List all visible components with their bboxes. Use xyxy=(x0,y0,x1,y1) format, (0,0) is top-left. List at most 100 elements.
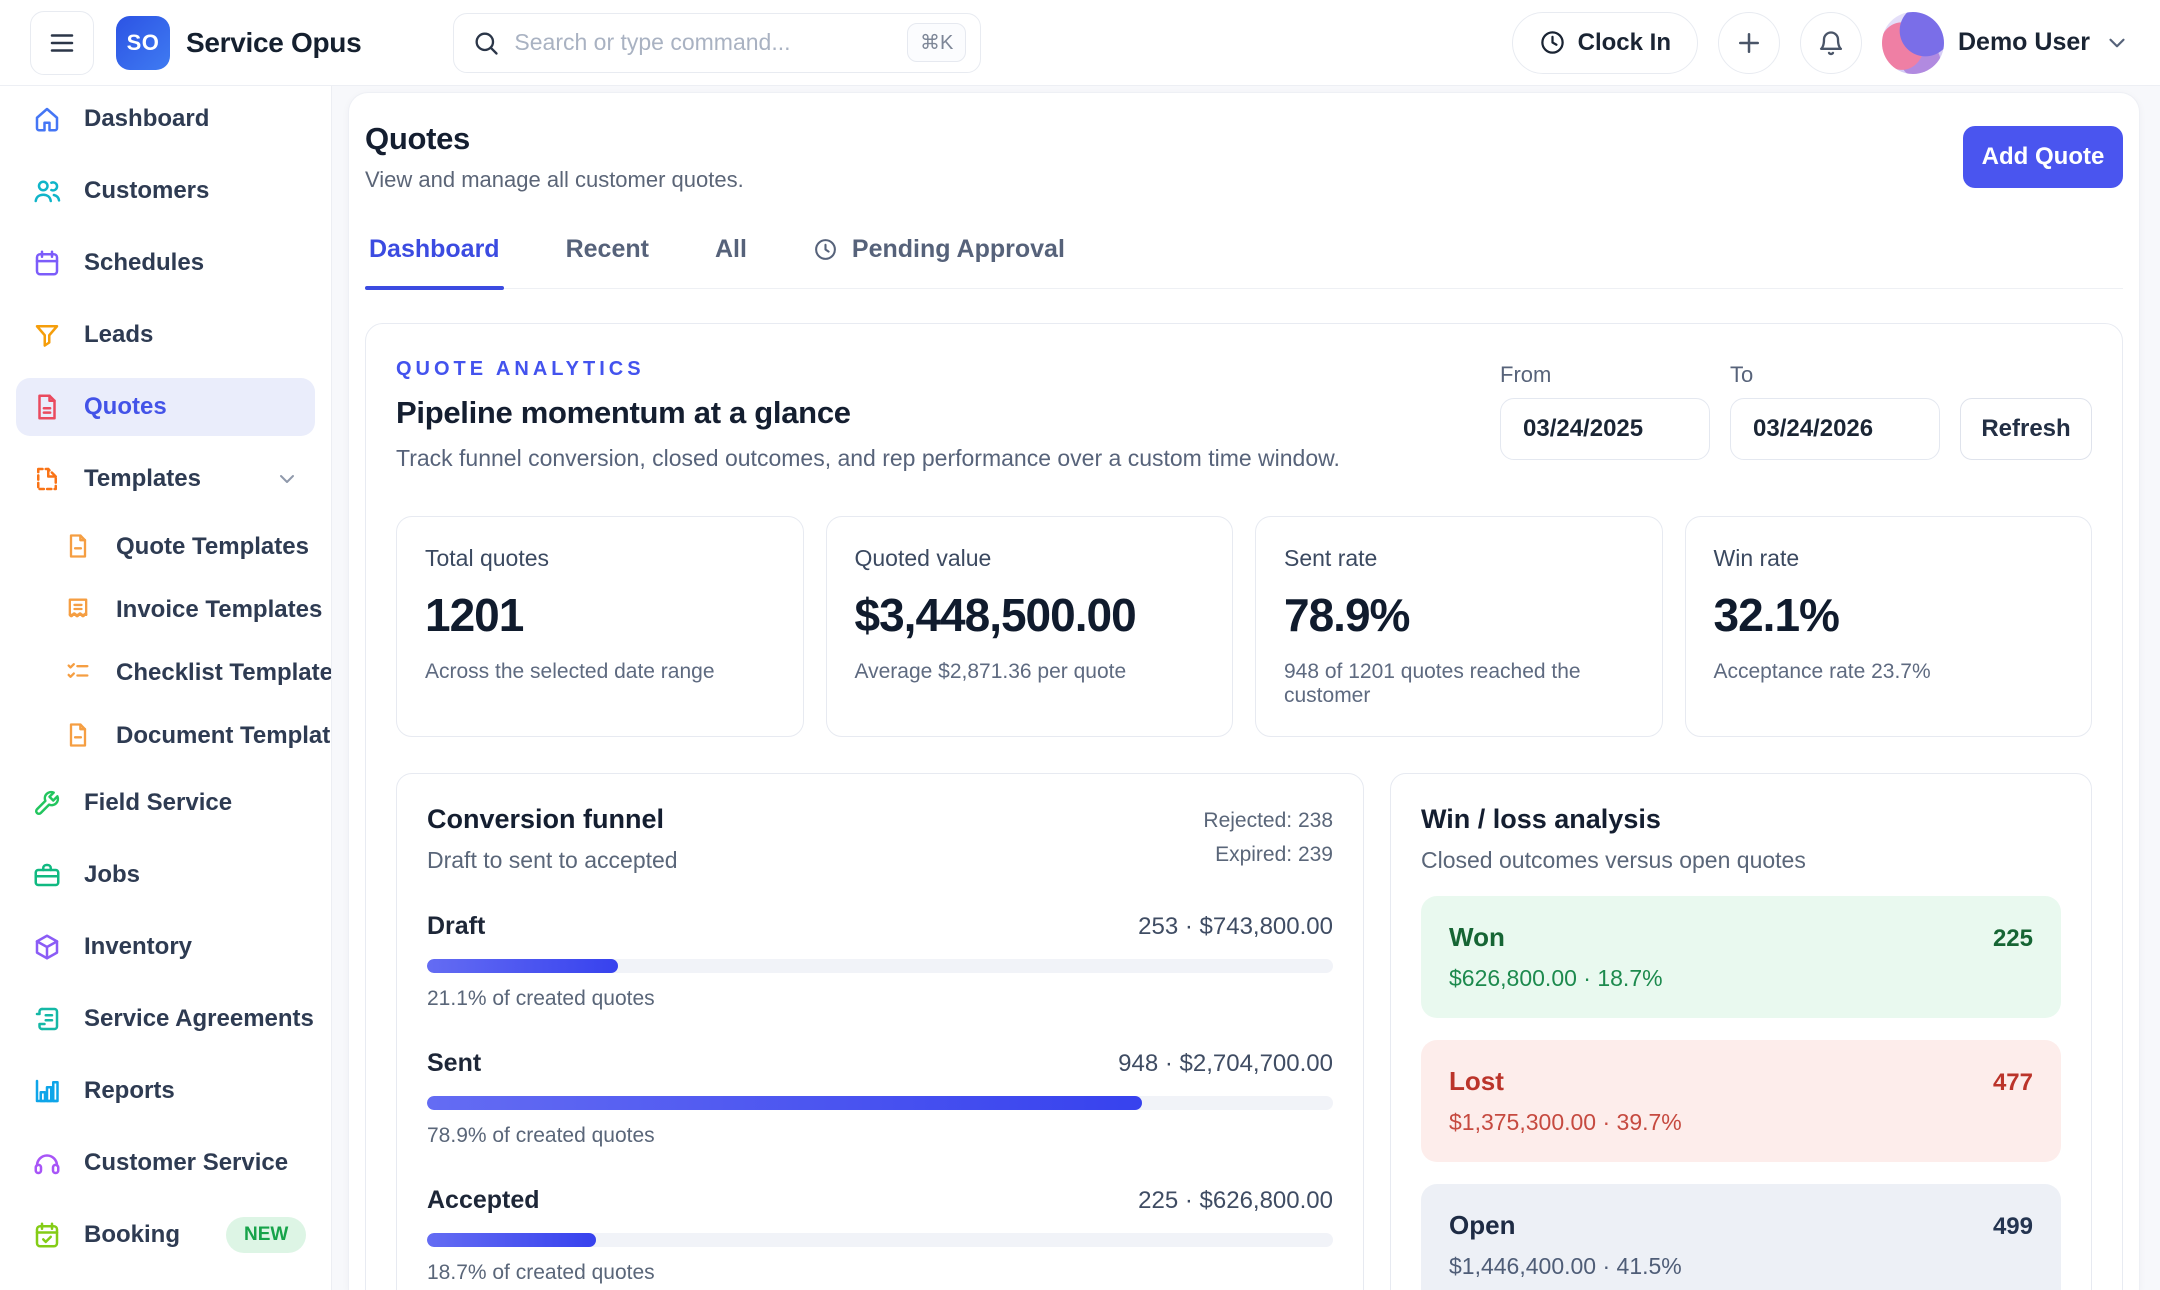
search-icon xyxy=(472,29,500,57)
receipt-icon xyxy=(64,595,94,625)
stat-quoted-value: Quoted value $3,448,500.00 Average $2,87… xyxy=(826,516,1234,737)
winloss-row-won: Won 225 $626,800.00 · 18.7% xyxy=(1421,896,2061,1018)
sidebar-item-checklist-templates[interactable]: Checklist Templates xyxy=(16,648,315,698)
sidebar-item-partial[interactable] xyxy=(16,1278,315,1290)
progress-fill xyxy=(427,959,618,973)
conversion-funnel-card: Conversion funnel Draft to sent to accep… xyxy=(396,773,1364,1290)
progress-fill xyxy=(427,1233,596,1247)
chevron-down-icon xyxy=(275,467,299,491)
section-subtitle: Track funnel conversion, closed outcomes… xyxy=(396,445,1340,472)
user-name: Demo User xyxy=(1958,28,2090,57)
calendar-icon xyxy=(32,248,62,278)
date-range-controls: From To Refresh xyxy=(1500,358,2092,460)
from-label: From xyxy=(1500,362,1710,388)
sidebar-item-customer-service[interactable]: Customer Service xyxy=(16,1134,315,1192)
progress-fill xyxy=(427,1096,1142,1110)
progress-track xyxy=(427,1233,1333,1247)
quote-analytics-section: QUOTE ANALYTICS Pipeline momentum at a g… xyxy=(365,323,2123,1290)
sidebar-item-quotes[interactable]: Quotes xyxy=(16,378,315,436)
search-input[interactable] xyxy=(514,29,893,56)
funnel-meta: Rejected: 238 Expired: 239 xyxy=(1203,804,1333,874)
briefcase-icon xyxy=(32,860,62,890)
win-loss-card: Win / loss analysis Closed outcomes vers… xyxy=(1390,773,2092,1290)
global-search[interactable]: ⌘K xyxy=(453,13,981,73)
tab-recent[interactable]: Recent xyxy=(562,235,653,288)
to-date-input[interactable] xyxy=(1730,398,1940,460)
checklist-icon xyxy=(64,658,94,688)
tab-bar: Dashboard Recent All Pending Approval xyxy=(365,235,2123,289)
quick-add-button[interactable] xyxy=(1718,12,1780,74)
section-eyebrow: QUOTE ANALYTICS xyxy=(396,358,1340,381)
funnel-row-sent: Sent 948 · $2,704,700.00 78.9% of create… xyxy=(427,1049,1333,1148)
sidebar-item-booking[interactable]: Booking NEW xyxy=(16,1206,315,1264)
chevron-down-icon xyxy=(2104,30,2130,56)
sidebar-item-quote-templates[interactable]: Quote Templates xyxy=(16,522,315,572)
top-header: SO Service Opus ⌘K Clock In Demo Us xyxy=(0,0,2160,86)
rejected-count: Rejected: 238 xyxy=(1203,804,1333,838)
sidebar-item-customers[interactable]: Customers xyxy=(16,162,315,220)
from-date-input[interactable] xyxy=(1500,398,1710,460)
file-icon xyxy=(64,532,94,562)
sidebar-item-leads[interactable]: Leads xyxy=(16,306,315,364)
brand-name: Service Opus xyxy=(186,27,361,59)
expired-count: Expired: 239 xyxy=(1203,838,1333,872)
page-title: Quotes xyxy=(365,121,2123,157)
bar-chart-icon xyxy=(32,1076,62,1106)
tab-dashboard[interactable]: Dashboard xyxy=(365,235,504,288)
progress-track xyxy=(427,959,1333,973)
sidebar-item-invoice-templates[interactable]: Invoice Templates xyxy=(16,585,315,635)
sidebar-item-field-service[interactable]: Field Service xyxy=(16,774,315,832)
brand[interactable]: SO Service Opus xyxy=(116,16,361,70)
sidebar: Dashboard Customers Schedules Leads Quot xyxy=(0,86,332,1290)
hamburger-icon xyxy=(47,28,77,58)
funnel-subtitle: Draft to sent to accepted xyxy=(427,847,678,874)
brand-logo: SO xyxy=(116,16,170,70)
to-label: To xyxy=(1730,362,1940,388)
user-menu[interactable]: Demo User xyxy=(1882,12,2130,74)
sidebar-item-jobs[interactable]: Jobs xyxy=(16,846,315,904)
tab-all[interactable]: All xyxy=(711,235,751,288)
clock-in-button[interactable]: Clock In xyxy=(1512,12,1698,74)
wrench-icon xyxy=(32,788,62,818)
template-file-icon xyxy=(32,464,62,494)
box-icon xyxy=(32,932,62,962)
sidebar-item-service-agreements[interactable]: Service Agreements xyxy=(16,990,315,1048)
stat-sent-rate: Sent rate 78.9% 948 of 1201 quotes reach… xyxy=(1255,516,1663,737)
progress-track xyxy=(427,1096,1333,1110)
plus-icon xyxy=(1734,28,1764,58)
bell-icon xyxy=(1817,29,1845,57)
sidebar-item-templates[interactable]: Templates xyxy=(16,450,315,508)
winloss-row-lost: Lost 477 $1,375,300.00 · 39.7% xyxy=(1421,1040,2061,1162)
funnel-row-draft: Draft 253 · $743,800.00 21.1% of created… xyxy=(427,912,1333,1011)
notifications-button[interactable] xyxy=(1800,12,1862,74)
winloss-subtitle: Closed outcomes versus open quotes xyxy=(1421,847,2061,874)
clock-in-label: Clock In xyxy=(1578,29,1671,57)
home-icon xyxy=(32,104,62,134)
main-content: Quotes View and manage all customer quot… xyxy=(332,86,2160,1290)
section-title: Pipeline momentum at a glance xyxy=(396,395,1340,431)
sidebar-item-schedules[interactable]: Schedules xyxy=(16,234,315,292)
menu-toggle-button[interactable] xyxy=(30,11,94,75)
sidebar-item-dashboard[interactable]: Dashboard xyxy=(16,90,315,148)
document-icon xyxy=(64,721,94,751)
funnel-title: Conversion funnel xyxy=(427,804,678,835)
stat-win-rate: Win rate 32.1% Acceptance rate 23.7% xyxy=(1685,516,2093,737)
quote-file-icon xyxy=(32,392,62,422)
tab-pending-approval[interactable]: Pending Approval xyxy=(809,235,1069,288)
new-badge: NEW xyxy=(226,1217,306,1253)
funnel-row-accepted: Accepted 225 · $626,800.00 18.7% of crea… xyxy=(427,1186,1333,1285)
sidebar-item-reports[interactable]: Reports xyxy=(16,1062,315,1120)
add-quote-button[interactable]: Add Quote xyxy=(1963,126,2123,188)
quotes-panel: Quotes View and manage all customer quot… xyxy=(348,92,2140,1290)
sidebar-item-inventory[interactable]: Inventory xyxy=(16,918,315,976)
clock-icon xyxy=(813,237,838,262)
calendar-check-icon xyxy=(32,1220,62,1250)
search-shortcut-hint: ⌘K xyxy=(907,23,966,62)
stat-total-quotes: Total quotes 1201 Across the selected da… xyxy=(396,516,804,737)
funnel-icon xyxy=(32,320,62,350)
refresh-button[interactable]: Refresh xyxy=(1960,398,2092,460)
avatar xyxy=(1882,12,1944,74)
sidebar-item-document-templates[interactable]: Document Templates xyxy=(16,711,315,761)
winloss-title: Win / loss analysis xyxy=(1421,804,2061,835)
headset-icon xyxy=(32,1148,62,1178)
